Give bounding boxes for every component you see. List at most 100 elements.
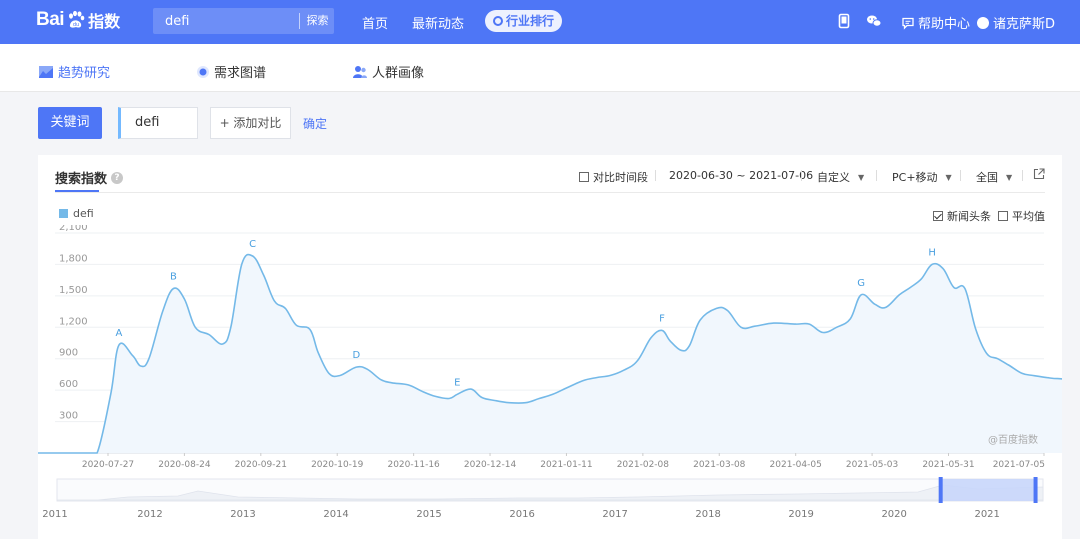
navigator-left-handle[interactable] [938,477,943,503]
subnav-demand-graph[interactable]: 需求图谱 [196,62,266,81]
watermark-text: @百度指数 [988,433,1038,446]
navigator-year-labels: 2011 2012 2013 2014 2015 2016 2017 2018 2019 2020… [42,509,1000,520]
subnav-trend-label: 趋势研究 [58,66,111,81]
annotation-g[interactable]: G [857,278,865,289]
user-avatar [977,16,989,29]
y-tick-label: 600 [59,379,78,390]
search-index-chart[interactable]: 2,100 1,800 1,500 1,200 900 600 300 A B C D E F G H 2… [38,225,1062,471]
series-area-defi [38,254,1062,453]
device-select[interactable]: PC+移动 ▼ [892,169,952,185]
navigator-year-label: 2019 [788,509,813,520]
y-tick-label: 2,100 [59,225,88,233]
compare-period-toggle[interactable]: 对比时间段 [579,169,648,185]
panel-divider [55,192,1045,193]
annotation-a[interactable]: A [115,328,122,339]
y-tick-label: 1,500 [59,285,88,296]
x-tick-label: 2020-11-16 [387,460,440,470]
mobile-icon[interactable] [836,13,852,29]
annotation-b[interactable]: B [170,272,177,283]
custom-select[interactable]: 自定义 ▼ [817,169,864,185]
navigator-year-label: 2012 [137,509,162,520]
date-range-value: 2020-06-30 ~ 2021-07-06 [669,169,814,182]
average-toggle[interactable]: 平均值 [998,208,1045,224]
news-headline-toggle[interactable]: 新闻头条 [933,208,991,224]
add-compare-button[interactable]: + 添加对比 [210,107,291,139]
panel-title: 搜索指数 ? [55,168,124,187]
annotation-c[interactable]: C [249,239,256,250]
export-icon[interactable] [1033,168,1045,180]
baidu-paw-icon: du [69,10,85,28]
x-tick-label: 2021-01-11 [540,460,592,470]
control-separator [876,170,877,181]
panel-title-text: 搜索指数 [55,172,108,187]
people-icon [353,65,367,78]
annotation-f[interactable]: F [659,313,665,324]
subnav-trend-research[interactable]: 趋势研究 [38,62,110,81]
logo-text-index: 指数 [88,12,121,31]
top-navigation-bar: Bai du 指数 探索 首页 最新动态 行业排行 帮助中心 [0,0,1080,44]
legend-label: defi [73,207,94,220]
average-checkbox[interactable] [998,211,1008,221]
industry-ranking-label: 行业排行 [506,14,555,28]
navigator-year-label: 2021 [974,509,999,520]
y-axis-labels: 2,100 1,800 1,500 1,200 900 600 300 [59,225,88,422]
chart-legend[interactable]: defi [59,207,94,220]
navigator-year-label: 2017 [602,509,627,520]
compare-period-label: 对比时间段 [593,171,648,184]
navigator-year-label: 2020 [881,509,906,520]
caret-down-icon: ▼ [1006,172,1013,182]
search-divider [299,13,300,29]
annotation-d[interactable]: D [352,350,360,361]
custom-select-value: 自定义 [817,171,850,184]
x-tick-label: 2020-10-19 [311,460,364,470]
news-headline-label: 新闻头条 [947,210,991,223]
y-tick-label: 1,200 [59,316,88,327]
x-tick-label: 2021-03-08 [693,460,746,470]
x-tick-label: 2020-08-24 [158,460,211,470]
nav-latest-news-link[interactable]: 最新动态 [412,13,464,32]
logo-text-bai: Bai [36,9,65,30]
user-name: 诸克萨斯D [993,17,1056,32]
control-separator [960,170,961,181]
caret-down-icon: ▼ [858,172,865,182]
keyword-input[interactable]: defi [118,107,198,139]
keyword-tab-button[interactable]: 关键词 [38,107,102,139]
control-separator [655,170,656,181]
region-select-value: 全国 [976,171,998,184]
help-center-label: 帮助中心 [918,17,971,32]
annotation-h[interactable]: H [928,247,936,258]
help-center-link[interactable]: 帮助中心 [901,13,970,32]
navigator-year-label: 2015 [416,509,441,520]
radar-icon [197,65,209,78]
search-index-panel: 搜索指数 ? 对比时间段 2020-06-30 ~ 2021-07-06 自定义… [38,155,1062,539]
average-label: 平均值 [1012,210,1045,223]
navigator-right-handle[interactable] [1033,477,1038,503]
time-range-navigator[interactable]: 2011 2012 2013 2014 2015 2016 2017 2018 2019 2020… [38,473,1062,539]
confirm-link[interactable]: 确定 [303,115,327,132]
industry-ranking-button[interactable]: 行业排行 [485,10,562,32]
ranking-icon [493,16,503,26]
region-select[interactable]: 全国 ▼ [976,169,1012,185]
baidu-index-logo[interactable]: Bai du 指数 [36,8,120,32]
search-input[interactable] [153,8,299,34]
nav-home-link[interactable]: 首页 [362,13,388,32]
legend-swatch [59,209,68,218]
x-axis-labels: 2020-07-27 2020-08-24 2020-09-21 2020-10-19… [82,453,1045,470]
x-tick-label: 2020-07-27 [82,460,134,470]
y-tick-label: 900 [59,348,78,359]
subnav-crowd-portrait[interactable]: 人群画像 [352,62,424,81]
navigator-selected-range [940,479,1036,501]
compare-period-checkbox[interactable] [579,172,589,182]
x-tick-label: 2021-07-05 [993,460,1045,470]
date-range-picker[interactable]: 2020-06-30 ~ 2021-07-06 [669,169,813,182]
search-button[interactable]: 探索 [301,8,334,34]
news-headline-checkbox[interactable] [933,211,943,221]
x-tick-label: 2021-04-05 [770,460,822,470]
x-tick-label: 2020-09-21 [235,460,287,470]
help-question-icon[interactable]: ? [111,171,124,184]
device-select-value: PC+移动 [892,171,938,184]
wechat-icon[interactable] [866,13,882,29]
annotation-e[interactable]: E [454,377,460,388]
navigator-year-label: 2016 [509,509,534,520]
user-menu[interactable]: 诸克萨斯D [977,13,1055,32]
